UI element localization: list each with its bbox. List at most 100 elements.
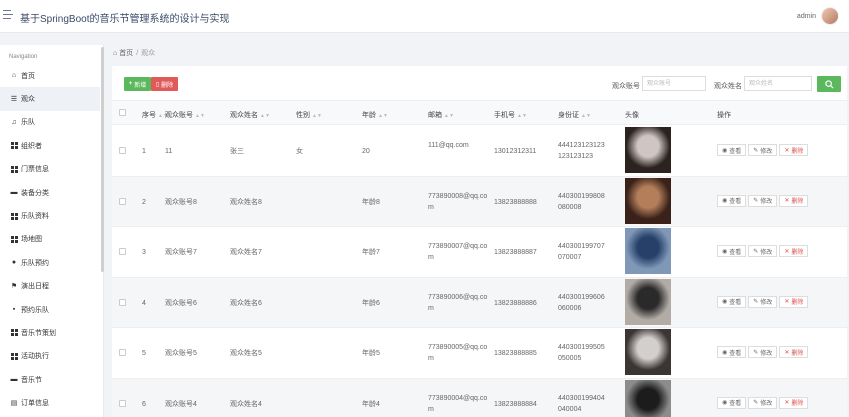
sort-icon: ▲▼	[378, 113, 388, 119]
sidebar-scrollbar[interactable]	[101, 47, 104, 272]
nav-list: ⌂ 首页 ☰ 观众 ♫ 乐队 组织者 门票信息 ▬ 装备分类乐队资料场地图 ● 乐队预约 ⚑ 演出日程 ▪ 预…	[0, 64, 100, 415]
list-icon: ☰	[10, 95, 18, 103]
sidebar-item-12[interactable]: 音乐节策划	[0, 321, 100, 344]
search-account-input[interactable]	[642, 76, 706, 91]
breadcrumb-current: 观众	[141, 50, 156, 57]
cell-index: 4	[142, 299, 146, 307]
column-header-10[interactable]: 操作	[717, 110, 731, 120]
edit-button[interactable]: ✎ 修改	[748, 194, 778, 207]
view-button[interactable]: ◉ 查看	[717, 245, 747, 257]
sidebar-item-11[interactable]: ▪ 预约乐队	[0, 298, 100, 321]
grid-icon	[10, 352, 18, 360]
edit-button[interactable]: ✎ 修改	[748, 396, 778, 409]
edit-button[interactable]: ✎ 修改	[748, 295, 778, 308]
grid-icon	[10, 165, 18, 173]
user-menu[interactable]: admin	[797, 7, 839, 25]
delete-button[interactable]: ✕ 删除	[779, 245, 809, 257]
view-button[interactable]: ◉ 查看	[717, 396, 747, 409]
breadcrumb-home[interactable]: ⌂ 首页	[113, 48, 133, 58]
sidebar-item-6[interactable]: ▬ 装备分类	[0, 181, 100, 204]
select-all-checkbox[interactable]	[119, 109, 126, 116]
view-button[interactable]: ◉ 查看	[717, 144, 747, 156]
edit-button[interactable]: ✎ 修改	[748, 245, 778, 257]
search-icon	[824, 79, 834, 89]
edit-button[interactable]: ✎ 修改	[748, 144, 778, 156]
band-icon: ♫	[11, 118, 17, 126]
view-button[interactable]: ◉ 查看	[717, 346, 747, 358]
sidebar-item-8[interactable]: 场地图	[0, 228, 100, 251]
sidebar-item-label: 音乐节	[21, 376, 42, 384]
column-header-2[interactable]: 观众账号 ▲▼	[165, 110, 205, 120]
cell-id_card: 444123123123123123123	[558, 142, 605, 160]
avatar-image	[625, 278, 671, 325]
sidebar-item-1[interactable]: ⌂ 首页	[0, 64, 100, 87]
sort-icon: ▲▼	[581, 113, 591, 119]
cell-account: 11	[165, 148, 173, 155]
edit-icon: ✎	[753, 248, 759, 255]
sidebar-item-10[interactable]: ⚑ 演出日程	[0, 275, 100, 298]
delete-button[interactable]: ✕ 删除	[779, 144, 809, 156]
row-checkbox[interactable]	[119, 349, 126, 356]
delete-button[interactable]: ✕ 删除	[779, 295, 809, 308]
cell-name: 观众姓名8	[230, 198, 262, 206]
main-panel: + 新增 ▯ 删除 观众账号 观众姓名 序号▲▼观众账号▲▼观众姓名▲▼性别▲▼…	[112, 66, 847, 417]
column-header-7[interactable]: 手机号 ▲▼	[494, 110, 527, 120]
column-header-9[interactable]: 头像	[625, 110, 639, 120]
column-header-3[interactable]: 观众姓名 ▲▼	[230, 110, 270, 120]
row-actions: ◉ 查看 ✎ 修改 ✕ 删除	[717, 194, 809, 207]
cell-age: 年龄5	[362, 350, 380, 357]
search-name-input[interactable]	[744, 76, 812, 91]
sidebar-item-9[interactable]: ● 乐队预约	[0, 251, 100, 274]
cell-email: 773890007@qq.com	[428, 243, 488, 261]
avatar-image	[625, 177, 671, 224]
eye-icon: ◉	[722, 299, 728, 305]
edit-icon: ✎	[753, 147, 759, 154]
chat-icon: ▪	[12, 306, 16, 314]
menu-toggle-icon[interactable]	[3, 10, 13, 20]
search-button[interactable]	[817, 76, 841, 92]
sidebar-item-4[interactable]: 组织者	[0, 134, 100, 157]
row-checkbox[interactable]	[119, 147, 126, 154]
sidebar: Navigation ⌂ 首页 ☰ 观众 ♫ 乐队 组织者 门票信息 ▬ 装备分类 乐队资料 场地图 ●…	[0, 45, 104, 417]
sidebar-item-13[interactable]: 活动执行	[0, 345, 100, 368]
column-header-5[interactable]: 年龄 ▲▼	[362, 110, 388, 120]
cell-name: 观众姓名5	[230, 350, 262, 357]
cell-age: 年龄4	[362, 400, 380, 408]
sidebar-item-15[interactable]: ▤ 订单信息	[0, 391, 100, 414]
sidebar-item-7[interactable]: 乐队资料	[0, 204, 100, 227]
cell-id_card: 440300199404040004	[558, 394, 605, 413]
username[interactable]: admin	[797, 13, 816, 20]
view-button[interactable]: ◉ 查看	[717, 194, 747, 207]
sidebar-item-label: 演出日程	[21, 283, 49, 291]
sort-icon: ▲▼	[444, 113, 454, 119]
add-button[interactable]: + 新增	[124, 77, 151, 91]
delete-button[interactable]: ✕ 删除	[779, 396, 809, 409]
column-header-4[interactable]: 性别 ▲▼	[296, 110, 322, 120]
row-checkbox[interactable]	[119, 197, 126, 205]
cell-email: 773890006@qq.com	[428, 293, 488, 312]
edit-icon: ✎	[753, 349, 759, 356]
sidebar-item-3[interactable]: ♫ 乐队	[0, 111, 100, 134]
edit-icon: ✎	[753, 198, 759, 204]
cell-account: 观众账号6	[165, 299, 197, 307]
edit-button[interactable]: ✎ 修改	[748, 346, 778, 358]
cell-index: 5	[142, 350, 146, 357]
cell-id_card: 440300199808080008	[558, 192, 605, 211]
delete-button[interactable]: ✕ 删除	[779, 346, 809, 358]
delete-button[interactable]: ✕ 删除	[779, 194, 809, 207]
bulk-delete-button[interactable]: ▯ 删除	[151, 77, 178, 91]
row-checkbox[interactable]	[119, 248, 126, 255]
sidebar-item-14[interactable]: ▬ 音乐节	[0, 368, 100, 391]
sidebar-item-label: 首页	[21, 72, 35, 80]
sidebar-item-label: 音乐节策划	[21, 329, 56, 337]
sidebar-item-label: 乐队资料	[21, 213, 49, 221]
view-button[interactable]: ◉ 查看	[717, 295, 747, 308]
eye-icon: ◉	[722, 400, 728, 406]
user-avatar[interactable]	[821, 7, 839, 25]
row-checkbox[interactable]	[119, 399, 126, 407]
sidebar-item-2[interactable]: ☰ 观众	[0, 87, 100, 111]
sidebar-item-5[interactable]: 门票信息	[0, 158, 100, 181]
row-checkbox[interactable]	[119, 298, 126, 306]
column-header-6[interactable]: 邮箱 ▲▼	[428, 110, 454, 120]
column-header-8[interactable]: 身份证 ▲▼	[558, 110, 591, 120]
